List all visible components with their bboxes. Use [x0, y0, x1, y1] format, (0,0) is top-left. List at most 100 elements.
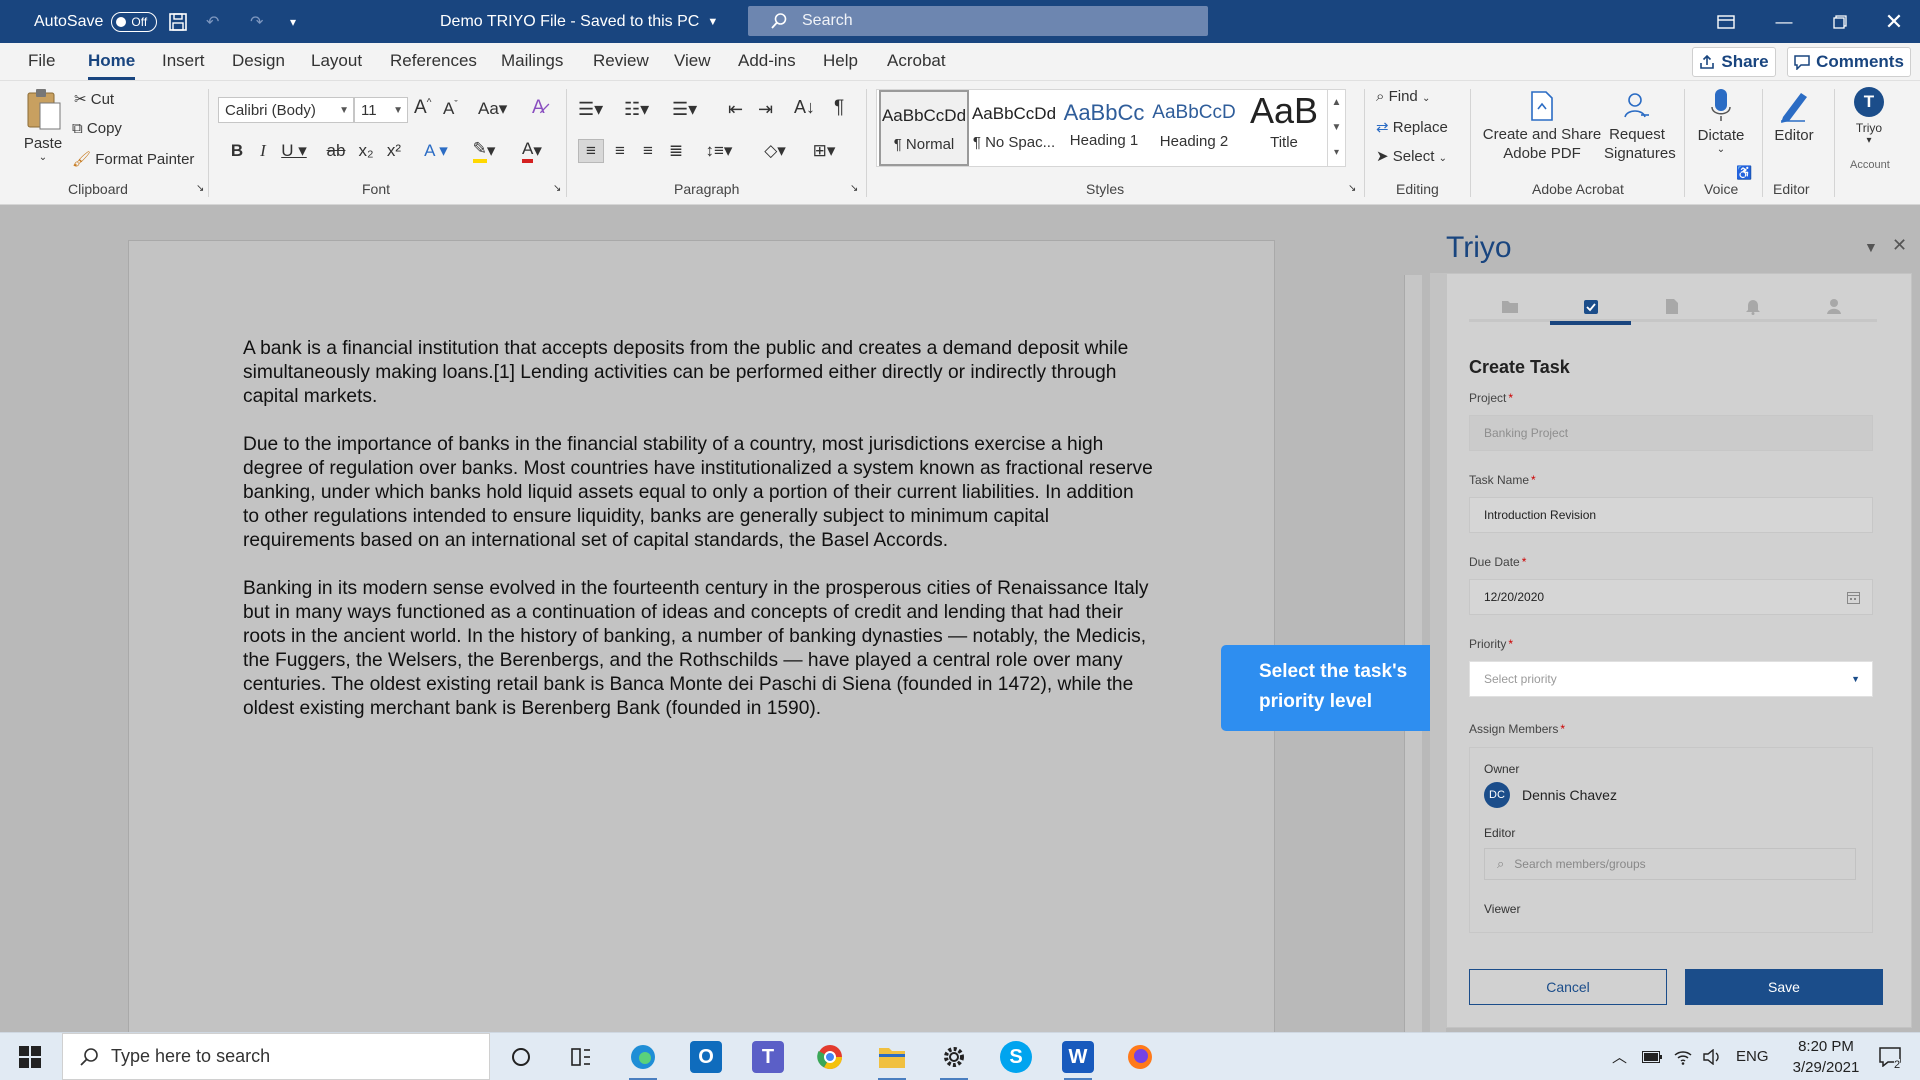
paste-button[interactable]: Paste ⌄: [22, 87, 64, 177]
italic-icon[interactable]: I: [252, 139, 274, 163]
increase-indent-icon[interactable]: ⇥: [758, 99, 773, 120]
language-indicator[interactable]: ENG: [1736, 1033, 1769, 1080]
document-title[interactable]: Demo TRIYO File - Saved to this PC ▼: [440, 0, 718, 43]
customize-toolbar-icon[interactable]: ▾: [290, 0, 296, 43]
restore-icon[interactable]: [1812, 0, 1868, 43]
comments-button[interactable]: Comments: [1787, 47, 1911, 77]
teams-icon[interactable]: T: [752, 1041, 784, 1073]
select-button[interactable]: ➤ Select ⌄: [1376, 147, 1447, 165]
superscript-icon[interactable]: x²: [384, 139, 404, 163]
menu-file[interactable]: File: [28, 51, 55, 71]
title-search-box[interactable]: Search: [748, 6, 1208, 36]
numbering-icon[interactable]: ☷▾: [624, 99, 649, 120]
tab-profile[interactable]: [1793, 294, 1874, 318]
ribbon-display-options-icon[interactable]: [1698, 0, 1754, 43]
style-no-spacing[interactable]: AaBbCcDd ¶ No Spac...: [969, 90, 1059, 166]
chrome-icon[interactable]: [814, 1041, 846, 1073]
skype-icon[interactable]: S: [1000, 1041, 1032, 1073]
borders-icon[interactable]: ⊞▾: [804, 139, 844, 163]
style-heading-2[interactable]: AaBbCcD Heading 2: [1149, 90, 1239, 166]
change-case-icon[interactable]: Aa▾: [478, 99, 507, 119]
font-size-select[interactable]: 11 ▼: [354, 97, 408, 123]
decrease-indent-icon[interactable]: ⇤: [728, 99, 743, 120]
editor-button[interactable]: Editor: [1768, 87, 1820, 144]
task-name-field[interactable]: Introduction Revision: [1469, 497, 1873, 533]
menu-references[interactable]: References: [390, 51, 477, 71]
notifications-button[interactable]: 2: [1872, 1033, 1908, 1080]
menu-home[interactable]: Home: [88, 51, 136, 80]
autosave-toggle[interactable]: Off: [111, 11, 158, 32]
justify-icon[interactable]: ≣: [664, 139, 688, 163]
shrink-font-icon[interactable]: Aˇ: [443, 99, 458, 119]
priority-select[interactable]: Select priority ▼: [1469, 661, 1873, 697]
bold-icon[interactable]: B: [226, 139, 248, 163]
tab-tasks[interactable]: [1550, 294, 1631, 325]
cortana-icon[interactable]: [505, 1041, 537, 1073]
menu-review[interactable]: Review: [593, 51, 649, 71]
menu-help[interactable]: Help: [823, 51, 858, 71]
dialog-launcher-icon[interactable]: ↘: [196, 183, 204, 194]
redo-icon[interactable]: ↷: [250, 0, 263, 43]
subscript-icon[interactable]: x₂: [356, 139, 376, 163]
create-share-pdf-button[interactable]: Create and Share Adobe PDF: [1482, 91, 1602, 163]
styles-scroll[interactable]: ▲ ▼ ▾: [1327, 90, 1345, 166]
panel-scrollbar[interactable]: [1430, 273, 1446, 1033]
align-right-icon[interactable]: ≡: [636, 139, 660, 163]
clock[interactable]: 8:20 PM 3/29/2021: [1776, 1033, 1876, 1080]
request-signatures-button[interactable]: Request Signatures: [1604, 91, 1676, 163]
accessibility-icon[interactable]: ♿: [1736, 165, 1752, 181]
sort-icon[interactable]: A↓: [794, 97, 815, 118]
style-normal[interactable]: AaBbCcDd ¶ Normal: [879, 90, 969, 166]
save-button[interactable]: Save: [1685, 969, 1883, 1005]
align-center-icon[interactable]: ≡: [608, 139, 632, 163]
menu-layout[interactable]: Layout: [311, 51, 362, 71]
settings-icon[interactable]: [938, 1041, 970, 1080]
show-hidden-icons[interactable]: ︿: [1612, 1033, 1627, 1080]
file-explorer-icon[interactable]: [876, 1041, 908, 1080]
due-date-field[interactable]: 12/20/2020: [1469, 579, 1873, 615]
font-family-select[interactable]: Calibri (Body) ▼: [218, 97, 354, 123]
pane-options-icon[interactable]: ▼: [1864, 239, 1878, 255]
menu-acrobat[interactable]: Acrobat: [887, 51, 946, 71]
close-icon[interactable]: ✕: [1866, 0, 1920, 43]
menu-add-ins[interactable]: Add-ins: [738, 51, 796, 71]
member-search-input[interactable]: ⌕ Search members/groups: [1484, 848, 1856, 880]
show-formatting-icon[interactable]: ¶: [834, 97, 844, 119]
minimize-icon[interactable]: —: [1756, 0, 1812, 43]
line-spacing-icon[interactable]: ↕≡▾: [700, 139, 738, 163]
underline-icon[interactable]: U ▾: [280, 139, 308, 163]
wifi-icon[interactable]: [1674, 1033, 1692, 1080]
format-painter-button[interactable]: 🖌 Format Painter: [72, 150, 194, 168]
dialog-launcher-icon[interactable]: ↘: [850, 183, 858, 194]
task-view-icon[interactable]: [565, 1041, 597, 1073]
highlight-color-icon[interactable]: ✎ ▾: [464, 139, 504, 163]
document-page[interactable]: A bank is a financial institution that a…: [128, 240, 1275, 1040]
shading-icon[interactable]: ◇▾: [756, 139, 794, 163]
replace-button[interactable]: ⇄ Replace: [1376, 118, 1448, 136]
outlook-icon[interactable]: O: [690, 1041, 722, 1073]
taskbar-search[interactable]: Type here to search: [62, 1033, 490, 1080]
grow-font-icon[interactable]: A^: [414, 97, 431, 119]
volume-icon[interactable]: [1703, 1033, 1721, 1080]
multilevel-list-icon[interactable]: ☰▾: [672, 99, 697, 120]
close-pane-icon[interactable]: ✕: [1892, 235, 1907, 256]
strikethrough-icon[interactable]: ab: [324, 139, 348, 163]
menu-mailings[interactable]: Mailings: [501, 51, 563, 71]
find-button[interactable]: ⌕ Find ⌄: [1376, 88, 1430, 105]
menu-design[interactable]: Design: [232, 51, 285, 71]
word-icon[interactable]: W: [1062, 1041, 1094, 1080]
dialog-launcher-icon[interactable]: ↘: [1348, 183, 1356, 194]
tab-projects[interactable]: [1469, 294, 1550, 318]
tab-documents[interactable]: [1631, 294, 1712, 318]
cut-button[interactable]: ✂ Cut: [74, 90, 114, 108]
menu-insert[interactable]: Insert: [162, 51, 205, 71]
dictate-button[interactable]: Dictate ⌄: [1694, 87, 1748, 155]
firefox-icon[interactable]: [1124, 1041, 1156, 1073]
dialog-launcher-icon[interactable]: ↘: [553, 183, 561, 194]
autosave-control[interactable]: AutoSave Off: [34, 0, 158, 43]
menu-view[interactable]: View: [674, 51, 711, 71]
calendar-icon[interactable]: [1847, 591, 1860, 604]
copy-button[interactable]: ⧉ Copy: [72, 120, 122, 137]
text-effects-icon[interactable]: A ▾: [418, 139, 454, 163]
style-title[interactable]: AaB Title: [1239, 90, 1329, 166]
